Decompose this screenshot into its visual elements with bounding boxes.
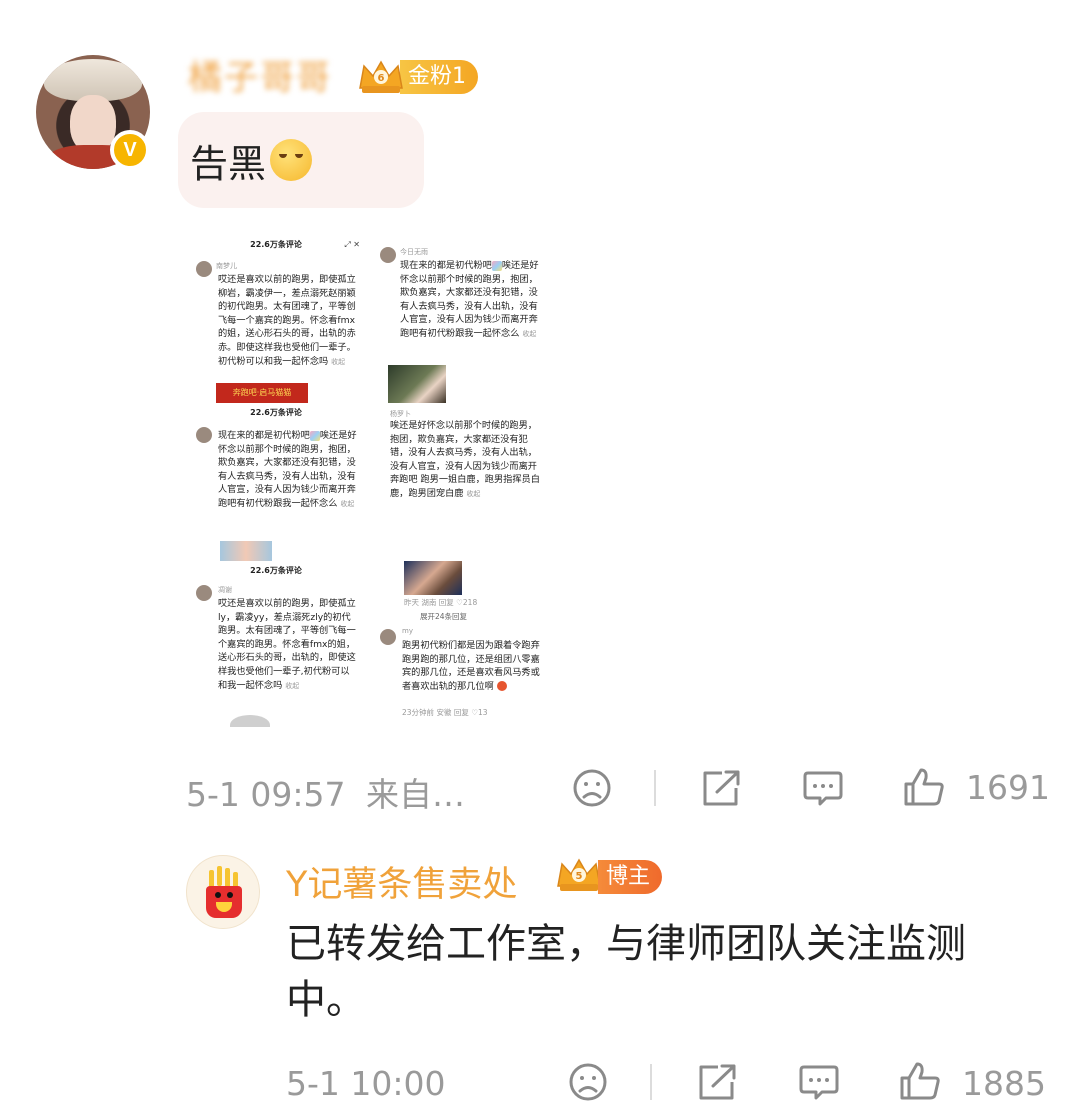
comment-icon[interactable] [798,1062,840,1102]
mini-avatar [380,629,396,645]
fan-badge-label: 金粉1 [400,60,478,94]
mini-meta-location: 安徽 [436,708,452,717]
crown-icon: 6 [356,58,406,96]
panel-close-icon: ⤢ ✕ [344,240,360,249]
sad-face-icon[interactable] [572,768,612,808]
sticker-icon [491,260,502,271]
mini-meta-reply: 回复 [438,598,454,607]
comment-icon[interactable] [802,768,844,808]
verified-badge-icon: V [110,130,150,170]
mini-username: 今日无雨 [400,248,428,256]
comment-meta: 5-1 09:57 来自… [186,768,465,816]
like-count: 1691 [966,768,1050,807]
reply-username[interactable]: Y记薯条售卖处 [286,856,517,907]
mini-meta-likes: ♡218 [456,598,478,607]
mini-meta-likes: ♡13 [471,708,488,717]
blogger-level-number: 5 [576,871,583,882]
crown-icon: 5 [554,856,604,898]
sticker-icon [496,681,507,692]
mini-meta-row: 23分钟前 安徽 回复 ♡13 [402,707,488,718]
mini-comment-text: 唉还是好怀念以前那个时候的跑男，抱团，欺负嘉宾，大家都还没有犯错，没有人去疯马秀… [390,419,542,502]
screenshot-panel-4: 杨罗卜 唉还是好怀念以前那个时候的跑男，抱团，欺负嘉宾，大家都还没有犯错，没有人… [372,405,550,595]
comment-image-collage[interactable]: 22.6万条评论 ⤢ ✕ 南梦儿 哎还是喜欢以前的跑男，即使孤立柳岩，霸凌伊一，… [186,233,550,727]
mini-comment-text: 现在来的都是初代粉吧 唉还是好怀念以前那个时候的跑男，抱团，欺负嘉宾，大家都还没有… [400,259,546,342]
promo-banner: 奔跑吧·启马猫猫 [216,383,308,403]
mini-comment-text: 现在来的都是初代粉吧 唉还是好怀念以前那个时候的跑男，抱团，欺负嘉宾，大家都还没有… [218,429,358,512]
mini-comment-body: 哎还是喜欢以前的跑男，即使孤立柳岩，霸凌伊一，差点溺死赵丽颖的初代跑男。太有团魂… [218,274,356,367]
reply-text: 已转发给工作室，与律师团队关注监测中。 [286,921,966,1023]
panel-header: 22.6万条评论 [250,240,302,249]
divider [650,1064,652,1100]
comment-source[interactable]: 来自… [366,775,465,814]
reply-time: 5-1 10:00 [286,1064,446,1103]
screenshot-panel-5: 22.6万条评论 凋谢 哎还是喜欢以前的跑男，即使孤立ly，霸凌yy，差点溺死z… [186,563,366,727]
attached-photo [404,561,462,595]
reply-avatar[interactable] [186,855,260,929]
comment-bubble[interactable]: 告黑 [178,112,424,208]
mini-username: 南梦儿 [216,262,237,270]
blogger-badge[interactable]: 5 博主 [554,856,663,898]
mini-comment-body-cont: 唉还是好怀念以前那个时候的跑男，抱团，欺负嘉宾，大家都还没有犯错，没有人去疯马秀… [400,260,539,339]
mini-meta-time: 23分钟前 [402,708,435,717]
screenshot-panel-2: 今日无雨 现在来的都是初代粉吧 唉还是好怀念以前那个时候的跑男，抱团，欺负嘉宾，大… [372,237,550,403]
sticker-icon [309,430,320,441]
fan-level-number: 6 [378,73,385,84]
mini-expand-replies: 展开24条回复 [420,612,468,621]
mini-meta-reply: 回复 [453,708,469,717]
mini-avatar [196,585,212,601]
mini-meta-location: 湖南 [421,598,437,607]
fold-link: 收起 [285,681,300,690]
share-icon[interactable] [696,1062,738,1102]
mini-comment-text: 哎还是喜欢以前的跑男，即使孤立ly，霸凌yy，差点溺死zly的初代跑男。太有团魂… [218,597,358,693]
fan-level-badge[interactable]: 6 金粉1 [356,58,478,96]
screenshot-panel-3: 22.6万条评论 现在来的都是初代粉吧 唉还是好怀念以前那个时候的跑男，抱团，欺负… [186,405,366,561]
fold-link: 收起 [522,329,537,338]
fries-mascot-icon [206,886,242,918]
panel-header: 22.6万条评论 [250,566,302,575]
attached-photo [388,365,446,403]
thumbs-up-icon[interactable] [898,1060,942,1102]
reply-like-count: 1885 [962,1064,1046,1103]
fold-link: 收起 [466,489,481,498]
fry [225,868,230,888]
comment-text: 告黑 [190,141,267,186]
mini-comment-body: 哎还是喜欢以前的跑男，即使孤立ly，霸凌yy，差点溺死zly的初代跑男。太有团魂… [218,598,356,691]
mini-avatar [196,261,212,277]
sad-face-icon[interactable] [568,1062,608,1102]
mini-comment-body: 现在来的都是初代粉吧 [218,430,310,441]
mini-meta-time: 昨天 [404,598,419,607]
share-icon[interactable] [700,768,742,808]
divider [654,770,656,806]
fold-link: 收起 [331,357,346,366]
blogger-badge-label: 博主 [598,860,663,894]
screenshot-panel-6: 昨天 湖南 回复 ♡218 展开24条回复 my 跑男初代粉们都是因为跟着令跑弃… [372,597,550,727]
mini-avatar [196,427,212,443]
mini-comment-body: 唉还是好怀念以前那个时候的跑男，抱团，欺负嘉宾，大家都还没有犯错，没有人去疯马秀… [390,420,540,499]
mini-username: 凋谢 [218,586,232,594]
thumbs-up-icon[interactable] [902,766,946,808]
mini-avatar [380,247,396,263]
crying-emoji-icon [270,139,313,181]
comment-time: 5-1 09:57 [186,775,346,814]
attached-photo [220,541,272,561]
fry [217,866,222,886]
mini-meta-row: 昨天 湖南 回复 ♡218 [404,597,477,608]
avatar-placeholder [230,715,270,727]
mini-username: 杨罗卜 [390,410,411,418]
fold-link: 收起 [340,499,355,508]
screenshot-panel-1: 22.6万条评论 ⤢ ✕ 南梦儿 哎还是喜欢以前的跑男，即使孤立柳岩，霸凌伊一，… [186,237,366,403]
mini-comment-body: 跑男初代粉们都是因为跟着令跑弃跑男跑的那几位，还是组团八零嘉宾的那几位，还是喜欢… [402,640,540,692]
mini-comment-text: 跑男初代粉们都是因为跟着令跑弃跑男跑的那几位，还是组团八零嘉宾的那几位，还是喜欢… [402,639,546,693]
mini-comment-body: 现在来的都是初代粉吧 [400,260,492,271]
commenter-username[interactable]: 橘子哥哥 [188,58,340,98]
mini-comment-body-cont: 唉还是好怀念以前那个时候的跑男，抱团，欺负嘉宾，大家都还没有犯错，没有人去疯马秀… [218,430,357,509]
mini-comment-text: 哎还是喜欢以前的跑男，即使孤立柳岩，霸凌伊一，差点溺死赵丽颖的初代跑男。太有团魂… [218,273,358,369]
mini-username: my [402,627,413,635]
panel-header: 22.6万条评论 [250,408,302,417]
